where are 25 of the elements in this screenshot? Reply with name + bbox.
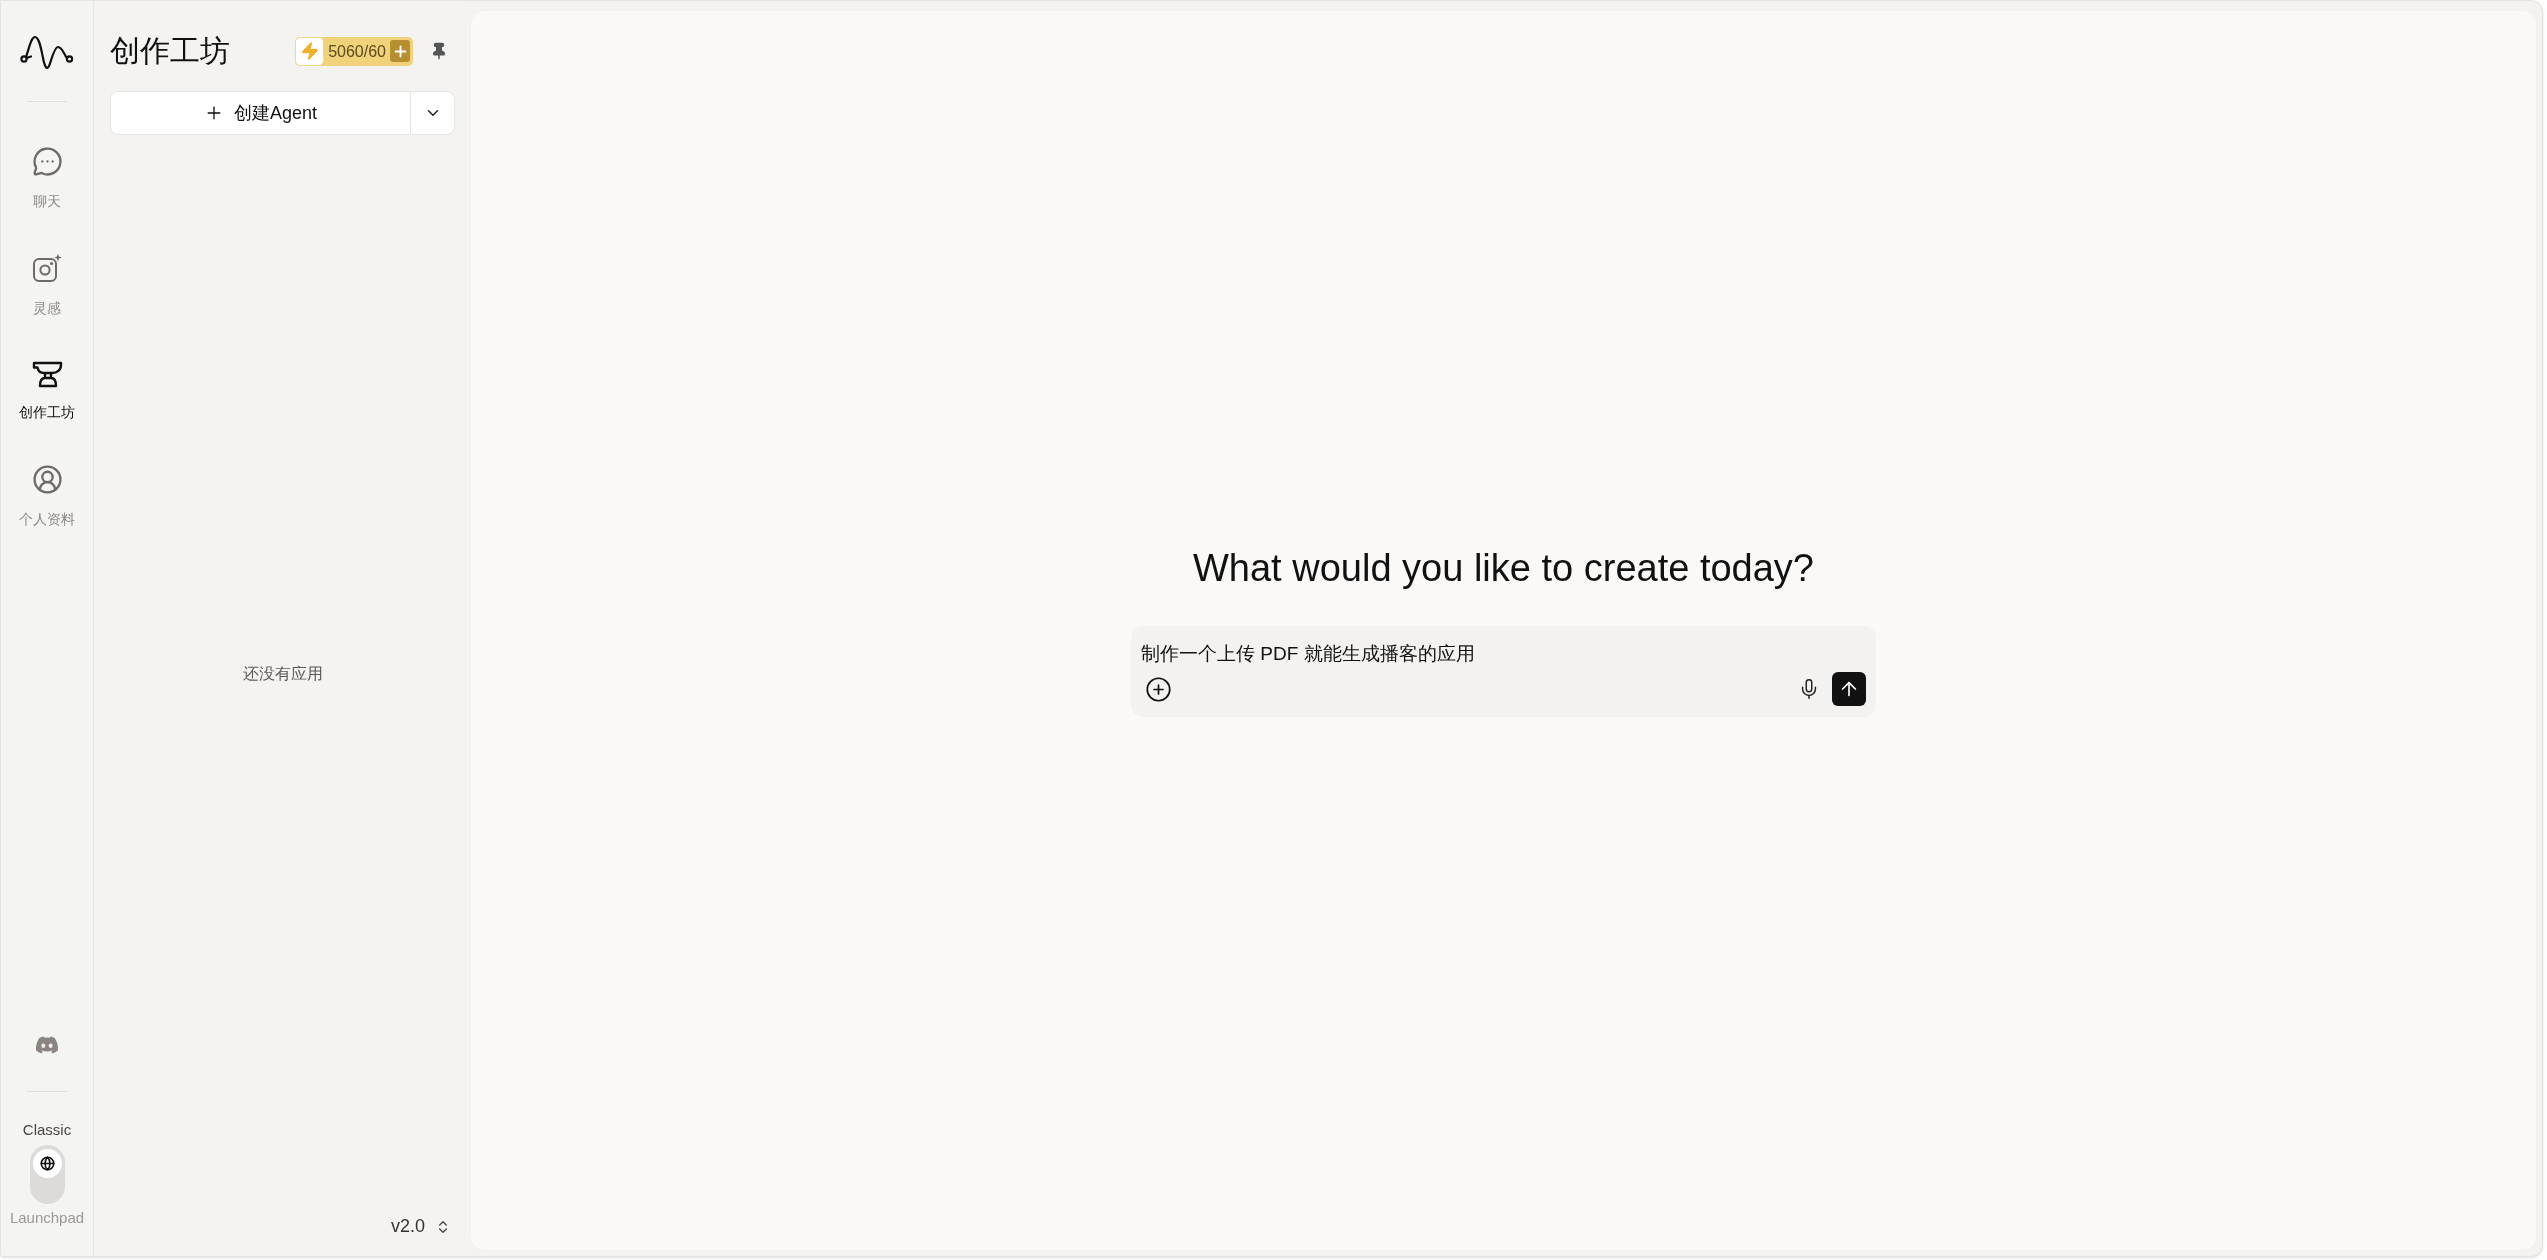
user-circle-icon (31, 464, 63, 495)
nav-item[interactable]: 创作工坊 (19, 360, 75, 422)
credits-count: 5060/60 (327, 41, 387, 62)
page-heading: What would you like to create today? (1193, 546, 1814, 591)
prompt-field[interactable]: 制作一个上传 PDF 就能生成播客的应用 (1141, 640, 1866, 668)
prompt-box[interactable]: 制作一个上传 PDF 就能生成播客的应用 (1131, 626, 1876, 717)
mode-switch[interactable] (29, 1145, 65, 1204)
empty-state-text: 还没有应用 (242, 664, 323, 684)
mode-label: Launchpad (9, 1208, 85, 1228)
chat-bubble-icon (31, 146, 63, 177)
add-credits-button[interactable] (390, 40, 410, 62)
pin-icon (430, 42, 448, 60)
lightning-icon (295, 36, 325, 66)
camera-sparkle-icon (31, 253, 63, 284)
create-agent-button[interactable]: 创建Agent (110, 91, 411, 135)
add-button[interactable] (1145, 675, 1172, 703)
mode-label: Classic (22, 1120, 72, 1140)
wave-logo-icon[interactable] (20, 35, 74, 71)
plus-circle-icon (1145, 675, 1172, 703)
anvil-icon (31, 360, 63, 388)
version-selector[interactable]: v2.0 (390, 1213, 455, 1240)
send-button[interactable] (1832, 672, 1866, 706)
sidebar-title: 创作工坊 (110, 33, 230, 69)
switch-thumb[interactable] (32, 1149, 62, 1178)
globe-icon (39, 1156, 55, 1171)
